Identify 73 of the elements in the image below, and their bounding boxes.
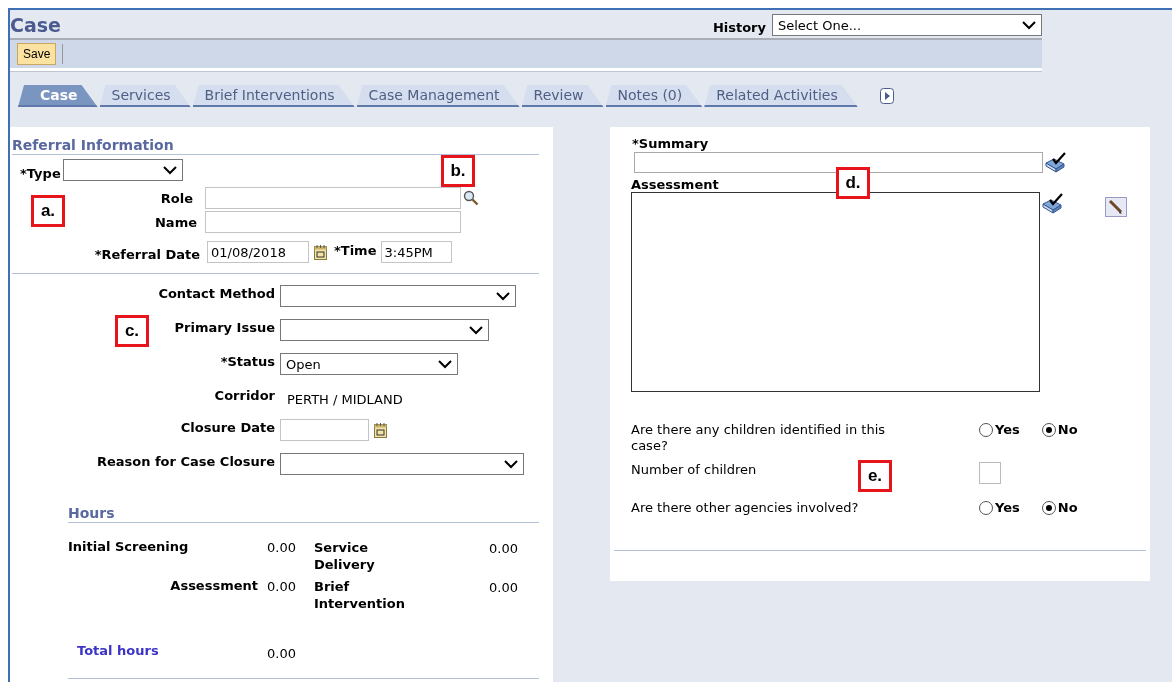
number-field[interactable]	[979, 462, 1001, 484]
field-label: Contact Method	[158, 285, 275, 301]
chevron-down-icon	[162, 165, 177, 175]
tab[interactable]: Notes (0)	[605, 85, 703, 107]
field-value: PERTH / MIDLAND	[286, 391, 404, 407]
dropdown[interactable]	[280, 285, 516, 307]
name-field[interactable]	[205, 211, 461, 233]
date-field[interactable]	[280, 419, 369, 441]
page-title: Case	[10, 13, 61, 38]
date-field[interactable]: 01/08/2018	[207, 241, 309, 263]
field-label: Reason for Case Closure	[96, 453, 275, 469]
callout-label: d.	[836, 167, 870, 199]
tab[interactable]: Case Management	[356, 85, 520, 107]
callout-label: e.	[858, 460, 892, 492]
dropdown[interactable]	[280, 453, 524, 475]
callout-label: c.	[115, 315, 149, 347]
tab[interactable]: Brief Interventions	[192, 85, 355, 107]
search-icon[interactable]	[463, 190, 479, 206]
field-label: History	[712, 20, 766, 35]
radio-option[interactable]: No	[1041, 500, 1078, 515]
chevron-down-icon	[504, 459, 518, 469]
question-text: Number of children	[631, 462, 757, 478]
hours-value: 0.00	[488, 540, 518, 556]
hours-value: 0.00	[266, 645, 296, 661]
field-label: Name	[154, 214, 197, 230]
history-select[interactable]: Select One...	[772, 14, 1042, 36]
hours-value: 0.00	[266, 539, 296, 555]
section-title: Referral Information	[12, 137, 539, 155]
role-field[interactable]	[205, 187, 461, 209]
field-label: *Type	[20, 165, 61, 181]
field-label: Primary Issue	[174, 319, 275, 335]
spellcheck-icon[interactable]	[1041, 192, 1065, 214]
tab[interactable]: Services	[99, 85, 191, 107]
field-label: *Time	[334, 242, 377, 258]
field-label: Closure Date	[180, 419, 275, 435]
tab[interactable]: Review	[521, 85, 604, 107]
hours-label: Initial Screening	[68, 538, 189, 554]
radio-option[interactable]: Yes	[979, 422, 1020, 437]
radio-option[interactable]: Yes	[979, 500, 1020, 515]
edit-icon[interactable]	[1105, 197, 1127, 217]
dropdown[interactable]: Open	[280, 353, 458, 375]
question-text: Are there other agencies involved?	[631, 500, 859, 516]
field-label: Corridor	[214, 387, 275, 403]
hours-label: Assessment	[170, 577, 258, 593]
chevron-down-icon	[438, 359, 452, 369]
callout-label: a.	[31, 195, 65, 227]
field-label: *Referral Date	[93, 246, 200, 262]
assessment-field[interactable]	[631, 192, 1040, 392]
chevron-down-icon	[1022, 20, 1036, 30]
save-button[interactable]: Save	[17, 43, 57, 65]
question-text: Are there any children identified in this case?	[631, 422, 886, 454]
spellcheck-icon[interactable]	[1044, 151, 1068, 173]
field-label: Assessment	[631, 177, 719, 192]
hours-label: Service Delivery	[314, 539, 376, 573]
callout-label: b.	[441, 155, 475, 187]
field-label: *Summary	[632, 136, 709, 151]
section-title: Hours	[68, 505, 539, 523]
scroll-right-icon[interactable]	[879, 88, 894, 104]
hours-label: Brief Intervention	[314, 578, 406, 612]
chevron-down-icon	[469, 325, 483, 335]
field-label: *Status	[220, 353, 275, 369]
summary-field[interactable]	[634, 151, 1043, 173]
calendar-icon[interactable]	[374, 422, 388, 438]
tab[interactable]: Related Activities	[704, 85, 858, 107]
type-select[interactable]	[62, 159, 183, 181]
chevron-down-icon	[496, 291, 510, 301]
total-hours-label: Total hours	[76, 642, 160, 658]
time-field[interactable]: 3:45PM	[380, 241, 452, 263]
field-label: Role	[159, 190, 193, 206]
dropdown[interactable]	[280, 319, 489, 341]
radio-option[interactable]: No	[1041, 422, 1078, 437]
hours-value: 0.00	[488, 579, 518, 595]
calendar-icon[interactable]	[314, 244, 328, 260]
